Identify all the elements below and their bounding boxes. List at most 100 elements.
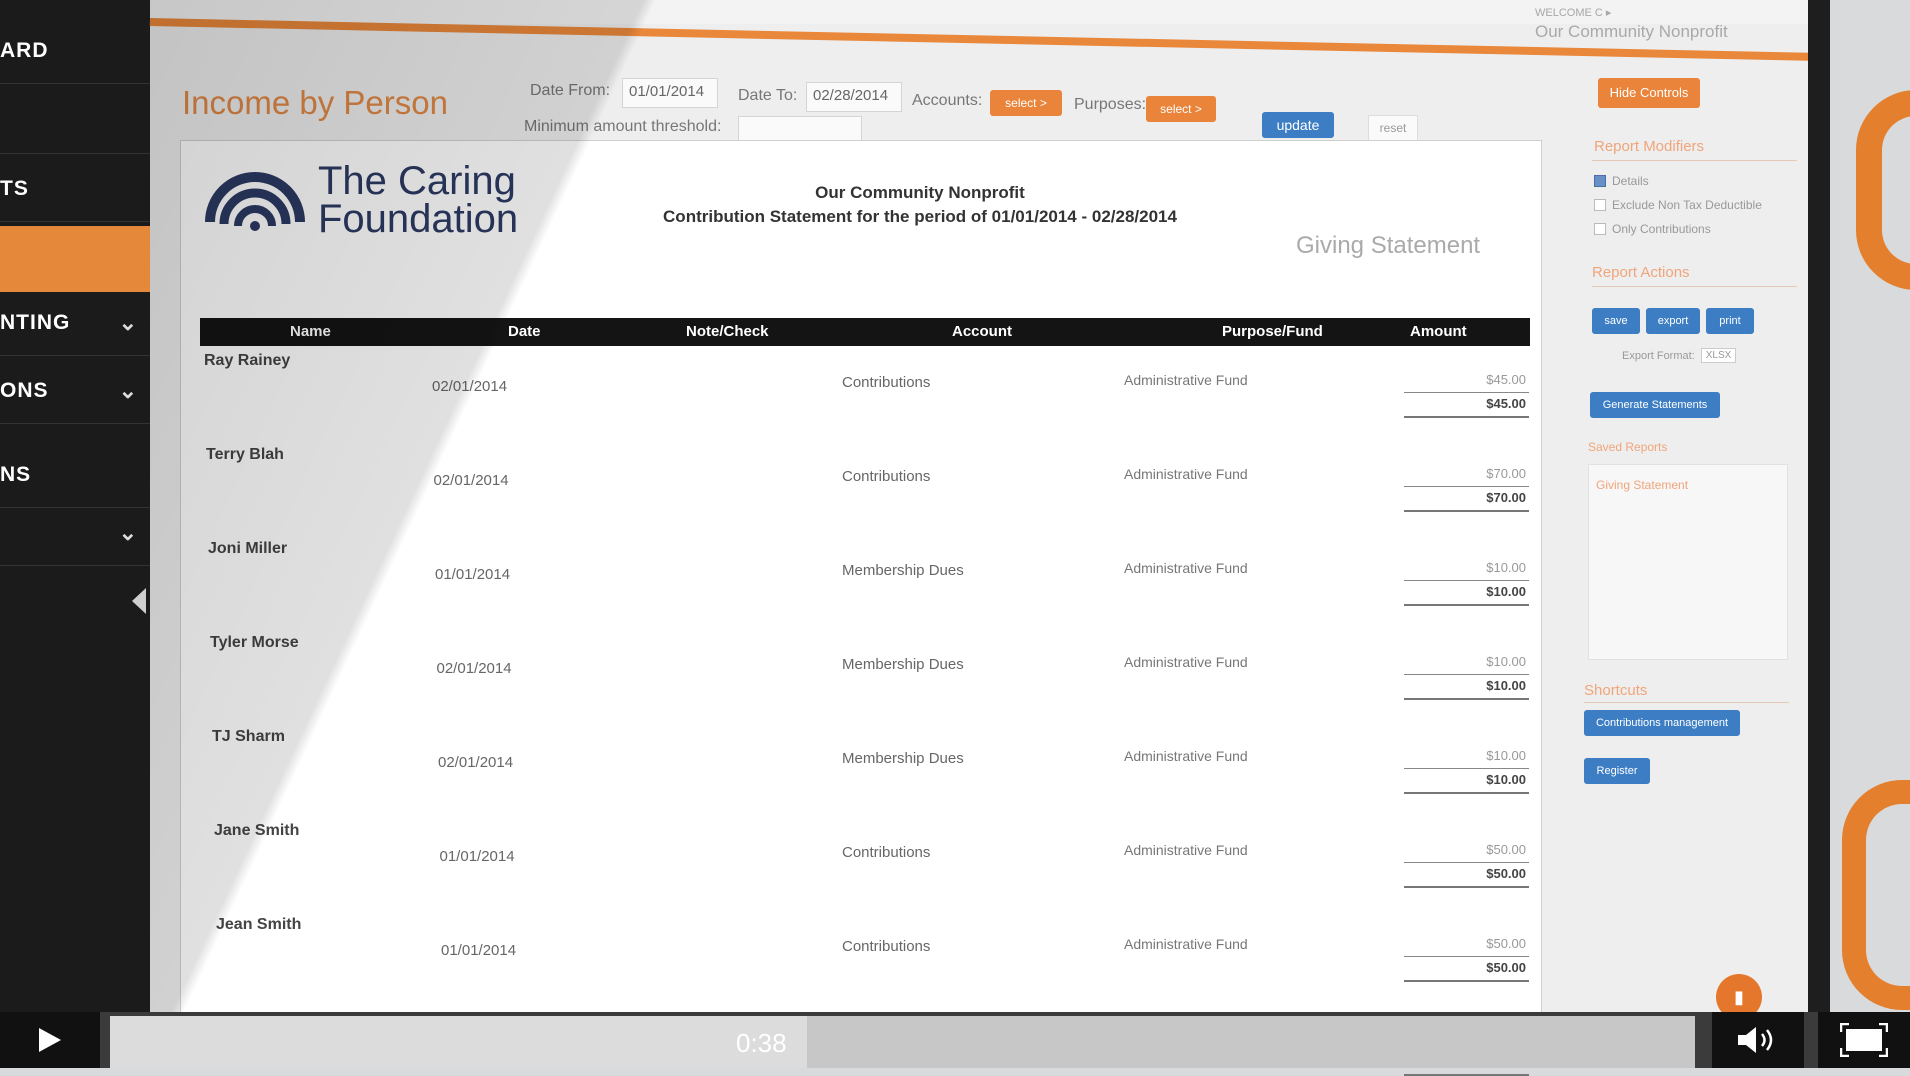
sidebar-item-label: TS <box>0 176 29 200</box>
row-fund: Administrative Fund <box>1124 560 1248 576</box>
total-rule <box>1404 886 1529 888</box>
row-date: 02/01/2014 <box>438 754 514 771</box>
row-total: $50.00 <box>1486 866 1526 881</box>
row-total: $10.00 <box>1486 678 1526 693</box>
col-account: Account <box>952 323 1012 340</box>
report-paper <box>180 140 1542 1040</box>
hide-controls-button[interactable]: Hide Controls <box>1598 78 1700 108</box>
col-date: Date <box>508 323 541 340</box>
total-rule <box>1404 416 1529 418</box>
generate-statements-button[interactable]: Generate Statements <box>1590 392 1720 418</box>
total-rule <box>1404 698 1529 700</box>
collapse-sidebar-icon[interactable] <box>132 588 146 614</box>
export-format-select[interactable]: XLSX <box>1700 348 1737 363</box>
row-amount: $50.00 <box>1486 842 1526 857</box>
accounts-label: Accounts: <box>912 92 983 109</box>
export-format-row: Export Format: XLSX <box>1622 348 1737 363</box>
row-name: Terry Blah <box>206 446 284 463</box>
checkbox-icon <box>1594 199 1606 211</box>
row-amount: $10.00 <box>1486 654 1526 669</box>
total-rule <box>1404 510 1529 512</box>
fullscreen-icon <box>1840 1023 1888 1057</box>
divider <box>1592 286 1797 287</box>
amount-rule <box>1404 392 1529 393</box>
row-total: $50.00 <box>1486 960 1526 975</box>
screen-bezel <box>1808 0 1830 1068</box>
row-date: 01/01/2014 <box>441 942 517 959</box>
divider <box>1584 702 1789 703</box>
purposes-select-button[interactable]: select > <box>1146 96 1216 122</box>
sidebar-item-label: ONS <box>0 378 49 402</box>
video-progress <box>110 1016 808 1068</box>
row-total: $10.00 <box>1486 584 1526 599</box>
video-time: 0:38 <box>736 1028 787 1058</box>
details-checkbox[interactable]: Details <box>1594 174 1649 188</box>
brand-shape <box>1856 90 1910 290</box>
report-modifiers-title: Report Modifiers <box>1594 138 1705 155</box>
org-name: Our Community Nonprofit <box>1535 22 1728 41</box>
checkbox-label: Details <box>1612 174 1649 188</box>
row-date: 02/01/2014 <box>433 472 509 489</box>
row-account: Contributions <box>842 938 931 955</box>
sidebar-item-8[interactable]: ⌄ <box>0 500 156 566</box>
volume-button[interactable] <box>1712 1012 1804 1068</box>
volume-icon <box>1738 1027 1773 1053</box>
print-button[interactable]: print <box>1706 308 1754 334</box>
fullscreen-button[interactable] <box>1818 1012 1910 1068</box>
contributions-management-button[interactable]: Contributions management <box>1584 710 1740 736</box>
row-account: Contributions <box>842 374 931 391</box>
sidebar-item-dashboard[interactable]: ARD <box>0 18 156 84</box>
caring-foundation-logo <box>205 172 305 231</box>
row-amount: $70.00 <box>1486 466 1526 481</box>
amount-rule <box>1404 768 1529 769</box>
brand-shape <box>1842 780 1910 1010</box>
date-from-field[interactable]: 01/01/2014 <box>622 78 718 108</box>
row-name: Jean Smith <box>216 916 302 933</box>
save-button[interactable]: save <box>1592 308 1640 334</box>
amount-rule <box>1404 956 1529 957</box>
sidebar-item-donations[interactable]: ONS ⌄ <box>0 358 156 424</box>
update-button[interactable]: update <box>1262 112 1334 138</box>
table-header: Name Date Note/Check Account Purpose/Fun… <box>200 318 1530 346</box>
reset-button[interactable]: reset <box>1368 115 1418 141</box>
total-rule <box>1404 980 1529 982</box>
exclude-non-tax-checkbox[interactable]: Exclude Non Tax Deductible <box>1594 198 1762 212</box>
accounts-select-button[interactable]: select > <box>990 90 1062 116</box>
sidebar-item-2[interactable] <box>0 88 156 154</box>
row-amount: $10.00 <box>1486 560 1526 575</box>
row-amount: $50.00 <box>1486 936 1526 951</box>
saved-reports-list <box>1588 464 1788 660</box>
amount-rule <box>1404 486 1529 487</box>
checkbox-label: Exclude Non Tax Deductible <box>1612 198 1762 212</box>
date-to-label: Date To: <box>738 87 798 104</box>
row-date: 01/01/2014 <box>439 848 515 865</box>
logo-line2: Foundation <box>318 197 519 241</box>
row-name: TJ Sharm <box>212 728 285 745</box>
row-name: Ray Rainey <box>204 352 291 369</box>
amount-rule <box>1404 862 1529 863</box>
saved-report-item[interactable]: Giving Statement <box>1596 478 1688 492</box>
date-from-label: Date From: <box>530 82 611 99</box>
welcome-text[interactable]: WELCOME C ▸ <box>1535 6 1611 19</box>
row-fund: Administrative Fund <box>1124 466 1248 482</box>
row-total: $45.00 <box>1486 396 1526 411</box>
saved-reports-title: Saved Reports <box>1588 440 1668 454</box>
amount-rule <box>1404 580 1529 581</box>
report-period: Contribution Statement for the period of… <box>663 207 1177 226</box>
sidebar-item-ns[interactable]: NS <box>0 442 156 508</box>
sidebar-item-label: NTING <box>0 310 71 334</box>
total-rule <box>1404 792 1529 794</box>
sidebar-item-reports[interactable]: TS <box>0 156 156 222</box>
col-note: Note/Check <box>686 323 769 340</box>
sidebar-active-item[interactable] <box>0 226 154 292</box>
export-button[interactable]: export <box>1646 308 1700 334</box>
row-total: $70.00 <box>1486 490 1526 505</box>
play-button[interactable] <box>0 1012 100 1068</box>
register-button[interactable]: Register <box>1584 758 1650 784</box>
only-contributions-checkbox[interactable]: Only Contributions <box>1594 222 1711 236</box>
row-date: 02/01/2014 <box>436 660 512 677</box>
date-to-field[interactable]: 02/28/2014 <box>806 82 902 112</box>
purposes-label: Purposes: <box>1074 96 1147 113</box>
checkbox-label: Only Contributions <box>1612 222 1711 236</box>
sidebar-item-accounting[interactable]: NTING ⌄ <box>0 290 156 356</box>
